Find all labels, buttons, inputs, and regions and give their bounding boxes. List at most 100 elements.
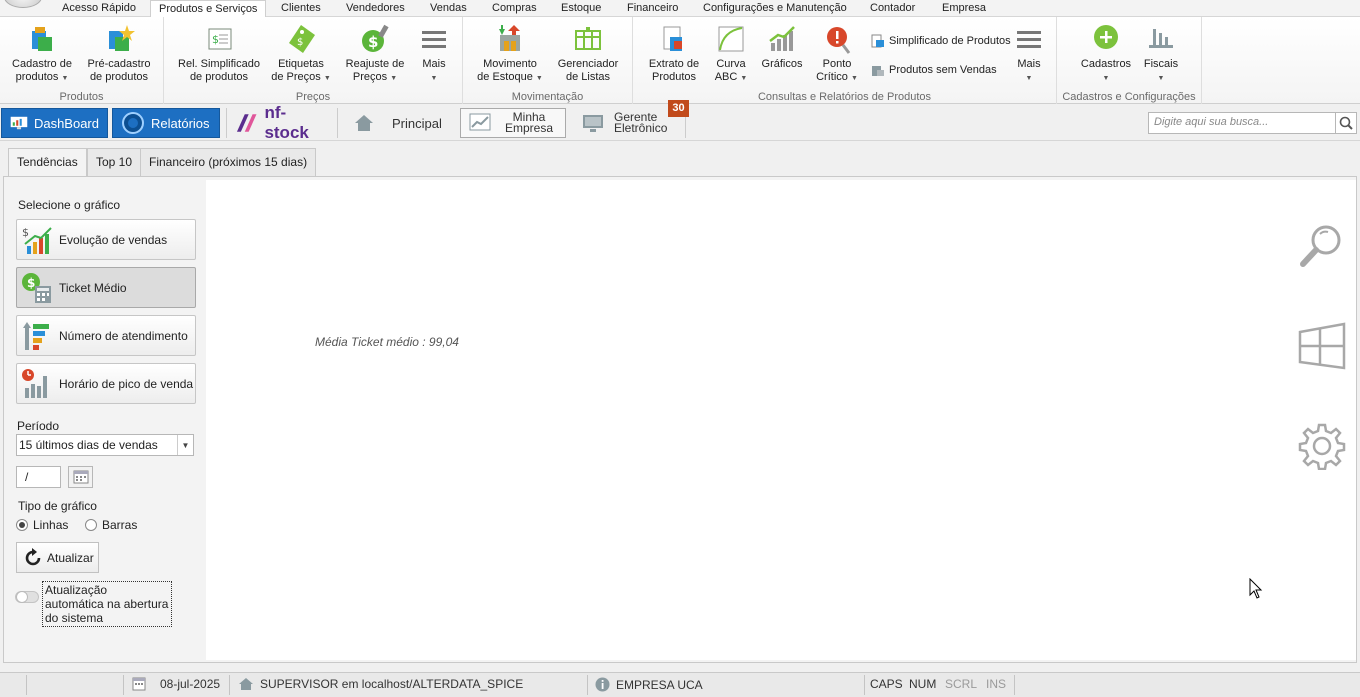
search-icon (1339, 116, 1353, 130)
gear-icon[interactable] (1298, 422, 1346, 470)
ribbon-group-precos: $ Rel. Simplificado de produtos $ Etique… (164, 17, 463, 104)
mais-precos-button[interactable]: Mais ▼ (416, 23, 452, 85)
tab-top-10[interactable]: Top 10 (87, 148, 142, 176)
reajuste-precos-button[interactable]: $ Reajuste de Preços ▼ (340, 23, 410, 85)
ribbon-group-cadastros: Cadastros ▼ Fiscais ▼ Cadastros e Config… (1057, 17, 1202, 104)
menu-bar: Acesso Rápido Produtos e Serviços Client… (0, 0, 1360, 18)
magnifier-icon[interactable] (1298, 222, 1346, 270)
minha-empresa-tab[interactable]: Minha Empresa (460, 108, 566, 138)
evolucao-vendas-button[interactable]: $ Evolução de vendas (16, 219, 196, 260)
cadastro-produtos-button[interactable]: Cadastro de produtos ▼ (8, 23, 76, 85)
price-adjust-icon: $ (362, 24, 389, 52)
price-tag-icon: $ (289, 25, 315, 53)
extrato-produtos-button[interactable]: Extrato de Produtos (643, 23, 705, 84)
status-company: EMPRESA UCA (595, 677, 703, 692)
principal-tab[interactable]: Principal (346, 108, 452, 138)
company-chart-icon (469, 113, 491, 131)
ribbon-group-label: Consultas e Relatórios de Produtos (757, 91, 932, 103)
radio-barras[interactable]: Barras (85, 518, 137, 532)
list-manager-icon (575, 27, 601, 50)
update-button[interactable]: Atualizar (16, 542, 99, 573)
menu-tab-compras[interactable]: Compras (484, 0, 545, 17)
menu-tab-estoque[interactable]: Estoque (553, 0, 609, 17)
monitor-icon (583, 115, 603, 132)
ponto-critico-button[interactable]: Ponto Crítico ▼ (813, 23, 861, 85)
refresh-icon (25, 547, 41, 565)
numero-atendimento-button[interactable]: Número de atendimento (16, 315, 196, 356)
menu-tab-acesso-rapido[interactable]: Acesso Rápido (54, 0, 144, 17)
mais-consultas-button[interactable]: Mais ▼ (1011, 23, 1047, 85)
toggle-knob (16, 591, 28, 603)
status-separator (587, 675, 588, 695)
etiquetas-precos-button[interactable]: $ Etiquetas de Preços ▼ (268, 23, 334, 85)
ribbon: Cadastro de produtos ▼ Pré-cadastro de p… (0, 17, 1360, 104)
ticket-calculator-icon: $ (22, 272, 51, 303)
menu-tab-empresa[interactable]: Empresa (934, 0, 994, 17)
status-separator (229, 675, 230, 695)
auto-update-label[interactable]: Atualização automática na abertura do si… (42, 581, 172, 627)
product-box-icon (32, 27, 52, 51)
ribbon-group-label: Preços (295, 91, 331, 103)
menu-tab-configuracoes[interactable]: Configurações e Manutenção (695, 0, 855, 17)
info-icon (595, 677, 610, 692)
home-icon (355, 115, 373, 131)
graficos-button[interactable]: Gráficos (759, 23, 805, 71)
globe-icon (122, 112, 144, 134)
status-caps: CAPS (870, 677, 903, 691)
fiscal-icon (1149, 29, 1173, 48)
dashboard-tab[interactable]: DashBoard (1, 108, 108, 138)
radio-linhas[interactable]: Linhas (16, 518, 68, 532)
chevron-down-icon[interactable]: ▼ (177, 435, 193, 455)
no-sales-icon (872, 66, 884, 76)
calendar-button[interactable] (68, 466, 93, 488)
produtos-sem-vendas-button[interactable]: Produtos sem Vendas (871, 63, 997, 77)
search-button[interactable] (1335, 112, 1357, 134)
menu-tab-contador[interactable]: Contador (862, 0, 923, 17)
svg-text:$: $ (22, 226, 29, 239)
simplificado-produtos-button[interactable]: Simplificado de Produtos (871, 34, 1011, 48)
mouse-cursor-icon (1249, 578, 1263, 599)
curva-abc-button[interactable]: Curva ABC ▼ (711, 23, 751, 85)
menu-tab-vendas[interactable]: Vendas (422, 0, 475, 17)
pre-cadastro-button[interactable]: Pré-cadastro de produtos (84, 23, 154, 84)
fiscais-button[interactable]: Fiscais ▼ (1139, 23, 1183, 85)
date-input[interactable]: / (16, 466, 61, 488)
search-input[interactable]: Digite aqui sua busca... (1148, 112, 1336, 134)
select-chart-label: Selecione o gráfico (18, 198, 121, 212)
attendance-icon (23, 321, 49, 350)
menu-tab-financeiro[interactable]: Financeiro (619, 0, 686, 17)
gerenciador-listas-button[interactable]: Gerenciador de Listas (553, 23, 623, 84)
ribbon-group-produtos: Cadastro de produtos ▼ Pré-cadastro de p… (0, 17, 164, 104)
chevron-down-icon: ▼ (1157, 75, 1165, 82)
status-num: NUM (909, 677, 937, 691)
tab-tendencias[interactable]: Tendências (8, 148, 87, 177)
ribbon-group-label: Movimentação (511, 91, 584, 103)
menu-tab-produtos-servicos[interactable]: Produtos e Serviços (150, 0, 267, 18)
cadastros-button[interactable]: Cadastros ▼ (1077, 23, 1135, 85)
status-separator (864, 675, 865, 695)
calendar-icon (73, 470, 88, 484)
ticket-medio-button[interactable]: $ Ticket Médio (16, 267, 196, 308)
chevron-down-icon: ▼ (740, 75, 748, 82)
horario-pico-button[interactable]: Horário de pico de venda (16, 363, 196, 404)
period-select[interactable]: 15 últimos dias de vendas ▼ (16, 434, 194, 456)
notification-badge: 30 (668, 100, 689, 117)
auto-update-toggle[interactable] (15, 591, 39, 603)
report-icon: $ (208, 28, 232, 50)
abc-curve-icon (718, 26, 744, 52)
chevron-down-icon: ▼ (390, 75, 398, 82)
app-menu-button[interactable] (4, 0, 42, 8)
rel-simplificado-button[interactable]: $ Rel. Simplificado de produtos (178, 23, 260, 84)
chart-icon (769, 26, 795, 51)
chevron-down-icon: ▼ (1102, 75, 1110, 82)
relatorios-tab[interactable]: Relatórios (112, 108, 220, 138)
sales-growth-icon: $ (22, 226, 52, 254)
movimento-estoque-button[interactable]: Movimento de Estoque ▼ (475, 23, 545, 85)
svg-text:$: $ (297, 37, 303, 48)
windows-icon[interactable] (1298, 322, 1346, 370)
nfstock-tab[interactable]: nf-stock (226, 103, 338, 142)
menu-tab-clientes[interactable]: Clientes (273, 0, 329, 17)
tab-financeiro[interactable]: Financeiro (próximos 15 dias) (140, 148, 317, 176)
status-user: SUPERVISOR em localhost/ALTERDATA_SPICE (238, 677, 523, 691)
menu-tab-vendedores[interactable]: Vendedores (338, 0, 413, 17)
